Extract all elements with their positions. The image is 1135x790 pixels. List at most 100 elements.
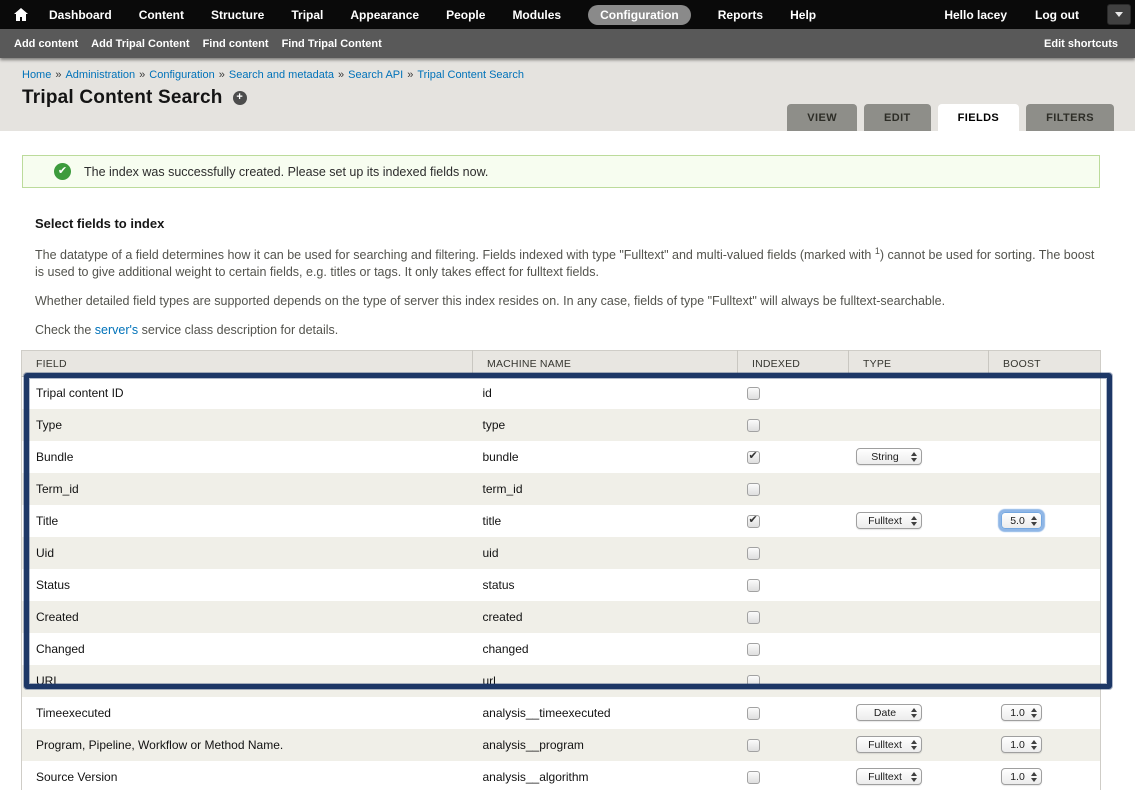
type-select[interactable]: String (856, 448, 922, 465)
breadcrumb-tripal-content-search[interactable]: Tripal Content Search (417, 69, 524, 81)
table-row: URLurl (22, 665, 1101, 697)
table-row: Term_idterm_id (22, 473, 1101, 505)
machine-name: analysis__program (473, 729, 738, 761)
breadcrumb-home[interactable]: Home (22, 69, 51, 81)
breadcrumb-administration[interactable]: Administration (65, 69, 135, 81)
boost-cell (989, 601, 1101, 633)
shortcut-items: Add content Add Tripal Content Find cont… (14, 38, 382, 50)
table-row: Typetype (22, 409, 1101, 441)
select-spinner-icon (1031, 772, 1037, 782)
indexed-cell (738, 473, 849, 505)
type-select[interactable]: Fulltext (856, 768, 922, 785)
boost-select[interactable]: 1.0 (1001, 704, 1042, 721)
page-title: Tripal Content Search (22, 87, 223, 109)
type-cell (849, 537, 989, 569)
chevron-down-icon (1115, 12, 1123, 17)
type-select[interactable]: Fulltext (856, 736, 922, 753)
menu-tripal[interactable]: Tripal (291, 8, 323, 22)
table-row: Changedchanged (22, 633, 1101, 665)
boost-select[interactable]: 1.0 (1001, 736, 1042, 753)
shortcut-add-content[interactable]: Add content (14, 38, 78, 50)
indexed-checkbox[interactable] (747, 483, 760, 496)
boost-cell: 1.0 (989, 697, 1101, 729)
boost-cell (989, 377, 1101, 409)
breadcrumb-search-api[interactable]: Search API (348, 69, 403, 81)
logout-link[interactable]: Log out (1035, 8, 1079, 22)
indexed-checkbox[interactable] (747, 675, 760, 688)
field-name: Term_id (22, 473, 473, 505)
menu-help[interactable]: Help (790, 8, 816, 22)
add-shortcut-icon[interactable]: + (233, 91, 247, 105)
indexed-checkbox[interactable] (747, 547, 760, 560)
breadcrumb-configuration[interactable]: Configuration (149, 69, 214, 81)
checkmark-icon: ✔ (749, 513, 758, 526)
indexed-checkbox[interactable] (747, 707, 760, 720)
shortcut-add-tripal-content[interactable]: Add Tripal Content (91, 38, 189, 50)
menu-appearance[interactable]: Appearance (350, 8, 419, 22)
intro-paragraph-2: Whether detailed field types are support… (35, 293, 1100, 310)
home-icon[interactable] (9, 0, 33, 29)
boost-cell (989, 569, 1101, 601)
menu-structure[interactable]: Structure (211, 8, 264, 22)
intro-paragraph-1: The datatype of a field determines how i… (35, 243, 1100, 281)
edit-shortcuts-link[interactable]: Edit shortcuts (1044, 38, 1118, 50)
type-cell: Fulltext (849, 729, 989, 761)
type-select[interactable]: Fulltext (856, 512, 922, 529)
toolbar-toggle-button[interactable] (1107, 4, 1131, 25)
field-name: URL (22, 665, 473, 697)
success-check-icon: ✔ (54, 163, 71, 180)
field-name: Type (22, 409, 473, 441)
indexed-checkbox[interactable] (747, 771, 760, 784)
type-cell: Fulltext (849, 505, 989, 537)
indexed-checkbox[interactable] (747, 611, 760, 624)
select-value: Fulltext (863, 515, 908, 527)
type-cell: Fulltext (849, 761, 989, 790)
breadcrumb: Home»Administration»Configuration»Search… (22, 69, 1135, 81)
shortcut-find-content[interactable]: Find content (203, 38, 269, 50)
column-header-type: TYPE (849, 351, 989, 377)
user-greeting-link[interactable]: Hello lacey (944, 8, 1007, 22)
menu-people[interactable]: People (446, 8, 485, 22)
indexed-checkbox[interactable] (747, 419, 760, 432)
type-cell (849, 633, 989, 665)
boost-cell: 1.0 (989, 729, 1101, 761)
tab-fields[interactable]: FIELDS (938, 104, 1020, 131)
machine-name: uid (473, 537, 738, 569)
select-value: Fulltext (863, 771, 908, 783)
indexed-checkbox[interactable] (747, 387, 760, 400)
menu-configuration[interactable]: Configuration (588, 5, 691, 25)
select-value: Date (863, 707, 908, 719)
menu-content[interactable]: Content (139, 8, 184, 22)
indexed-cell (738, 409, 849, 441)
boost-select[interactable]: 1.0 (1001, 768, 1042, 785)
section-heading: Select fields to index (35, 216, 1100, 231)
server-link[interactable]: server's (95, 323, 138, 337)
fields-table: FIELD MACHINE NAME INDEXED TYPE BOOST Tr… (21, 350, 1101, 790)
indexed-checkbox[interactable]: ✔ (747, 515, 760, 528)
status-message-text: The index was successfully created. Plea… (84, 165, 488, 179)
select-value: 1.0 (1008, 707, 1028, 719)
indexed-checkbox[interactable] (747, 739, 760, 752)
menu-dashboard[interactable]: Dashboard (49, 8, 112, 22)
field-name: Bundle (22, 441, 473, 473)
indexed-checkbox[interactable] (747, 579, 760, 592)
breadcrumb-search-and-metadata[interactable]: Search and metadata (229, 69, 334, 81)
field-name: Changed (22, 633, 473, 665)
tab-view[interactable]: VIEW (787, 104, 857, 131)
indexed-checkbox[interactable] (747, 643, 760, 656)
table-row: Statusstatus (22, 569, 1101, 601)
indexed-checkbox[interactable]: ✔ (747, 451, 760, 464)
tab-filters[interactable]: FILTERS (1026, 104, 1114, 131)
select-value: String (863, 451, 908, 463)
tab-edit[interactable]: EDIT (864, 104, 931, 131)
column-header-machine-name: MACHINE NAME (473, 351, 738, 377)
fields-table-body: Tripal content IDidTypetypeBundlebundle✔… (22, 377, 1101, 790)
shortcut-find-tripal-content[interactable]: Find Tripal Content (282, 38, 382, 50)
type-select[interactable]: Date (856, 704, 922, 721)
indexed-cell (738, 729, 849, 761)
boost-select[interactable]: 5.0 (1001, 512, 1042, 529)
menu-reports[interactable]: Reports (718, 8, 763, 22)
menu-modules[interactable]: Modules (512, 8, 561, 22)
breadcrumb-separator: » (219, 69, 225, 81)
select-spinner-icon (911, 772, 917, 782)
